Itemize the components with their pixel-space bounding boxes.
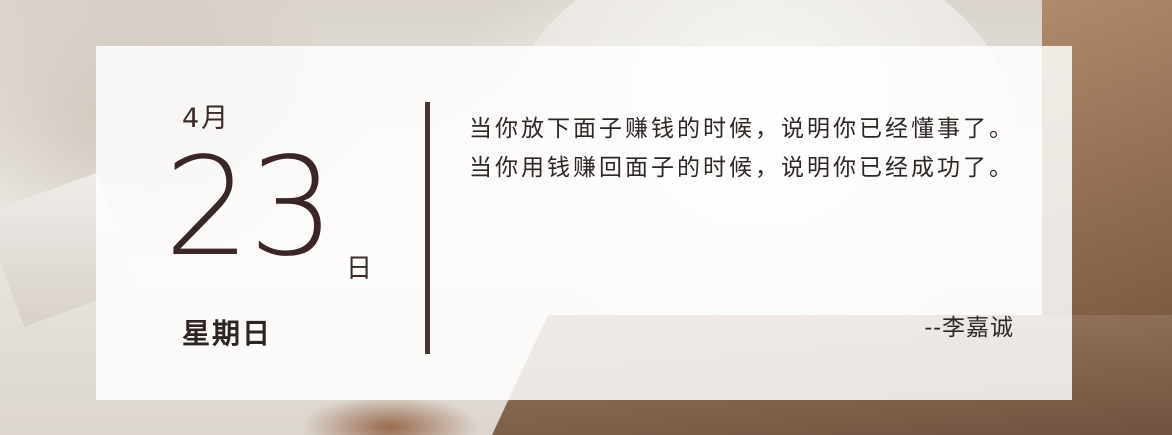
day-number: 23 (164, 129, 335, 287)
day-unit-label: 日 (346, 254, 373, 284)
weekday-label: 星期日 (182, 317, 273, 350)
quote-text: 当你放下面子赚钱的时候，说明你已经懂事了。当你用钱赚回面子的时候，说明你已经成功… (469, 116, 1015, 181)
spice-powder (300, 395, 480, 435)
quote-card: 4月 23 日 星期日 当你放下面子赚钱的时候，说明你已经懂事了。当你用钱赚回面… (96, 46, 1072, 400)
quote-author: --李嘉诚 (924, 315, 1014, 341)
vertical-divider (425, 102, 430, 354)
